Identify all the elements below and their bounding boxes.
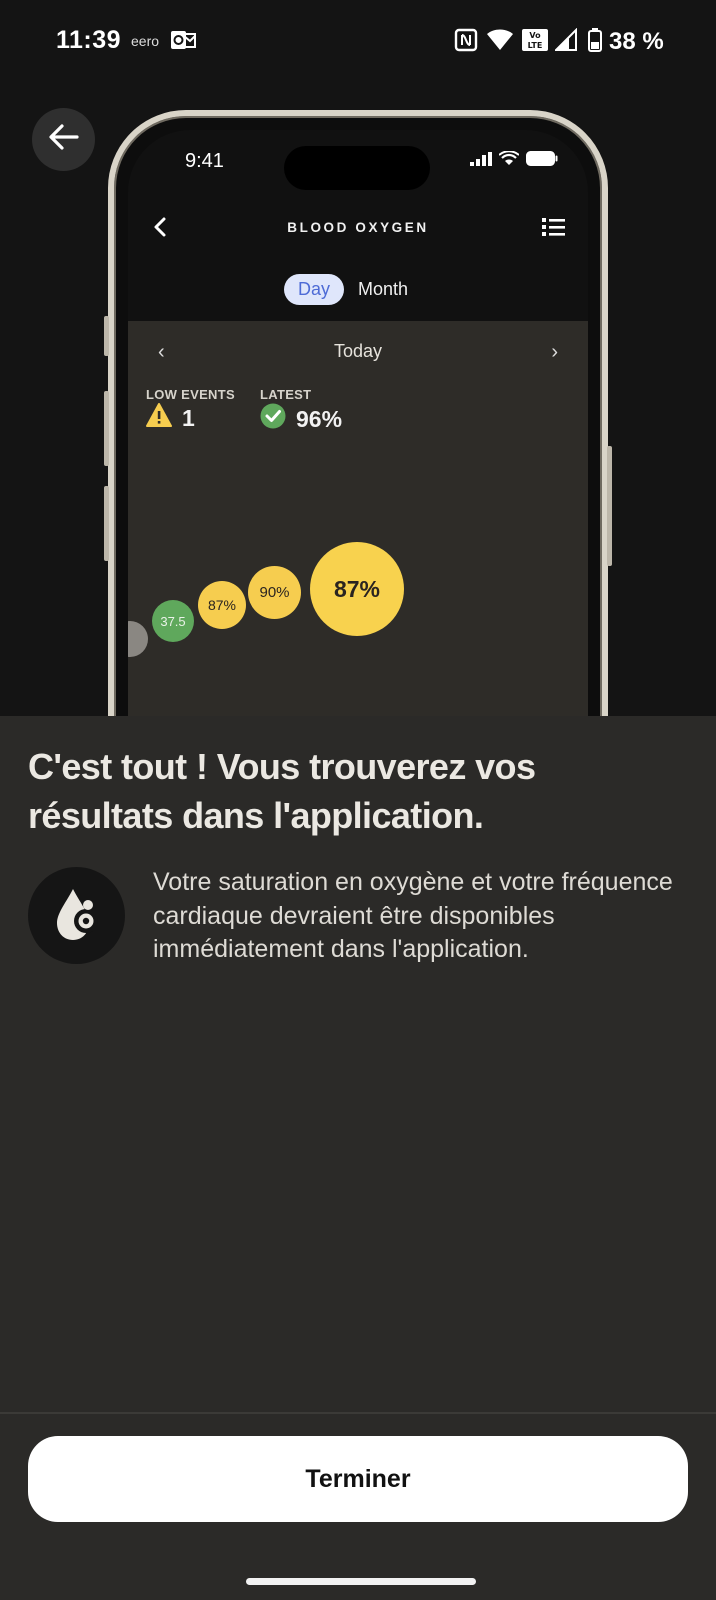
nfc-icon xyxy=(454,28,478,57)
period-toggle: Day Month xyxy=(284,274,408,305)
phone-side-button xyxy=(607,446,612,566)
page-title: C'est tout ! Vous trouverez vos résultat… xyxy=(28,746,536,836)
phone-data-panel: ‹ Today › LOW EVENTS 1 LATEST 96% 37.5 8… xyxy=(128,321,588,716)
latest-value-group: 96% xyxy=(260,403,342,435)
phone-side-button xyxy=(104,391,109,466)
signal-icon xyxy=(553,27,577,57)
wifi-icon xyxy=(486,28,514,57)
reading-bubble: 90% xyxy=(248,566,301,619)
phone-screen: 9:41 BLOOD OXYGEN Day Month ‹ Today › LO… xyxy=(128,130,588,716)
low-events-label: LOW EVENTS xyxy=(146,387,235,402)
phone-mockup: 9:41 BLOOD OXYGEN Day Month ‹ Today › LO… xyxy=(104,110,612,716)
low-events-value-group: 1 xyxy=(146,403,195,433)
volte-icon: Vo LTE xyxy=(521,28,549,57)
reading-bubble xyxy=(128,621,148,657)
tab-day[interactable]: Day xyxy=(284,274,345,305)
phone-side-button xyxy=(104,316,109,356)
svg-text:LTE: LTE xyxy=(528,41,543,50)
status-bar: 11:39 eero Vo LTE 38 % xyxy=(0,20,716,64)
warning-icon xyxy=(146,403,172,433)
wifi-icon xyxy=(498,150,520,171)
phone-time: 9:41 xyxy=(185,150,224,172)
outlook-icon xyxy=(170,28,196,57)
check-circle-icon xyxy=(260,403,286,435)
battery-percent: 38 % xyxy=(609,28,664,55)
dynamic-island xyxy=(284,146,430,190)
latest-value: 96% xyxy=(296,405,343,432)
svg-text:Vo: Vo xyxy=(529,31,541,40)
battery-icon xyxy=(526,151,558,171)
date-label: Today xyxy=(333,341,383,361)
footer-divider xyxy=(0,1412,716,1414)
reading-bubble: 37.5 xyxy=(152,600,194,642)
network-label: eero xyxy=(131,33,160,49)
finish-button[interactable]: Terminer xyxy=(28,1436,688,1522)
phone-screen-title: BLOOD OXYGEN xyxy=(287,220,429,235)
blood-drop-icon xyxy=(53,883,101,948)
phone-status-icons xyxy=(470,150,558,171)
battery-icon xyxy=(588,28,602,57)
cell-signal-icon xyxy=(470,151,492,171)
phone-app-header: BLOOD OXYGEN xyxy=(128,210,588,250)
info-description: Votre saturation en oxygène et votre fré… xyxy=(153,868,673,963)
tab-month[interactable]: Month xyxy=(358,279,408,300)
info-badge xyxy=(28,867,125,964)
home-indicator[interactable] xyxy=(246,1578,476,1585)
hero-illustration: 11:39 eero Vo LTE 38 % 9:41 BLOOD OXYGEN… xyxy=(0,0,716,716)
next-day-icon[interactable]: › xyxy=(551,341,558,364)
list-icon[interactable] xyxy=(542,216,566,243)
arrow-left-icon xyxy=(48,124,79,155)
status-time: 11:39 xyxy=(56,26,122,54)
reading-bubble-latest: 87% xyxy=(310,542,404,636)
reading-bubble: 87% xyxy=(198,581,246,629)
back-button[interactable] xyxy=(32,108,95,171)
latest-label: LATEST xyxy=(260,387,312,402)
phone-side-button xyxy=(104,486,109,561)
low-events-value: 1 xyxy=(182,404,195,431)
